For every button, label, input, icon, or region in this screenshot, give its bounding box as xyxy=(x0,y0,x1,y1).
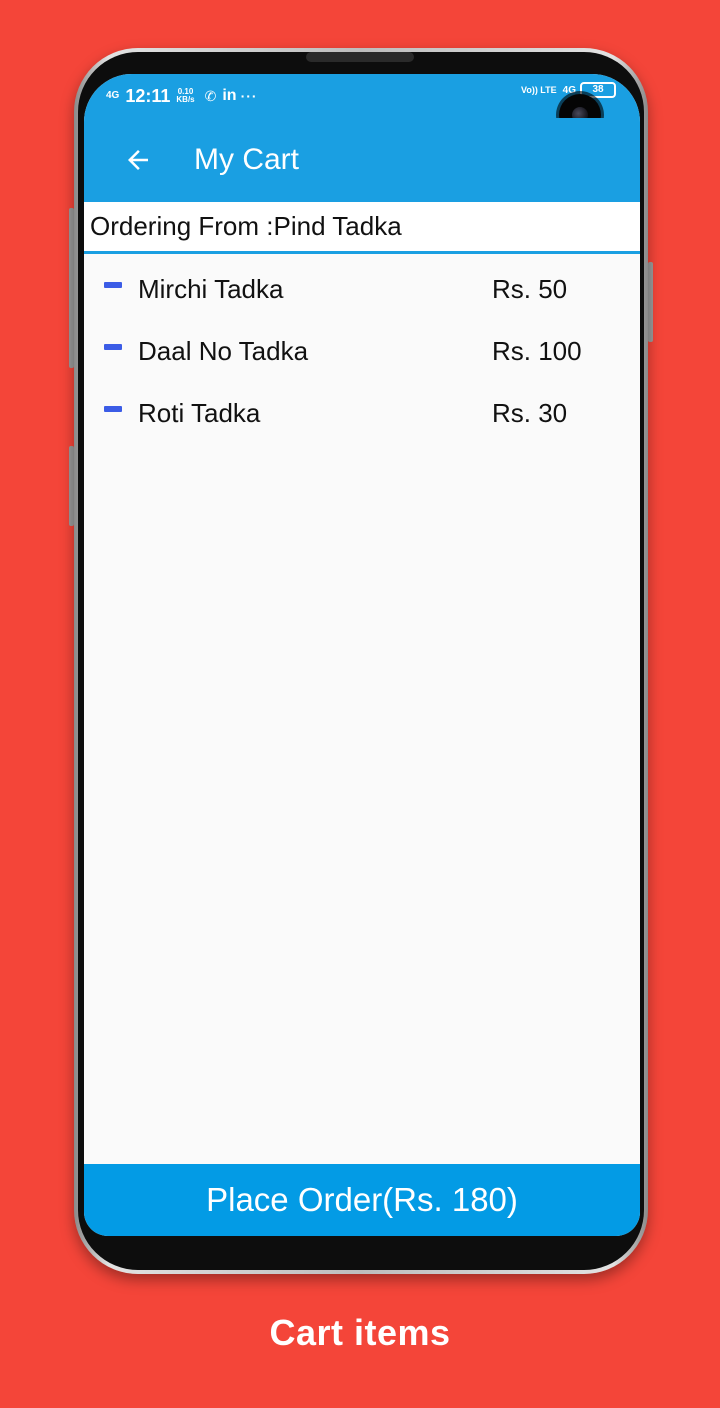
cart-item-name: Mirchi Tadka xyxy=(138,274,284,304)
cart-item-price: Rs. 30 xyxy=(492,398,568,428)
status-time: 12:11 xyxy=(125,85,171,106)
cart-item: Mirchi Tadka Rs. 50 xyxy=(84,260,640,322)
cart-item-price: Rs. 100 xyxy=(492,336,582,366)
app-bar: My Cart xyxy=(84,118,640,202)
network-type-label: 4G xyxy=(106,90,120,101)
ordering-from-header: Ordering From :Pind Tadka xyxy=(84,202,640,254)
page-title: My Cart xyxy=(194,143,299,176)
caption-text: Cart items xyxy=(269,1312,451,1353)
remove-item-button[interactable] xyxy=(104,344,122,350)
cart-items-list: Mirchi Tadka Rs. 50 Daal No Tadka Rs. 10… xyxy=(84,260,640,446)
status-right: Vo)) LTE 4G 38 xyxy=(521,82,616,98)
network-speed-unit: KB/s xyxy=(176,95,195,104)
ordering-from-label: Ordering From :Pind Tadka xyxy=(90,211,402,241)
place-order-button[interactable]: Place Order(Rs. 180) xyxy=(84,1164,640,1236)
cart-item: Roti Tadka Rs. 30 xyxy=(84,384,640,446)
linkedin-icon: in xyxy=(222,87,237,104)
cart-item: Daal No Tadka Rs. 100 xyxy=(84,322,640,384)
more-notifications-icon: ··· xyxy=(240,88,258,104)
cart-item-name: Roti Tadka xyxy=(138,398,261,428)
signal-left: 4G xyxy=(106,91,119,101)
back-button[interactable] xyxy=(102,130,174,190)
status-bar: 4G 12:11 0.10 KB/s ✆ in ··· Vo)) LTE 4G … xyxy=(84,74,640,118)
cart-item-name: Daal No Tadka xyxy=(138,336,309,366)
whatsapp-icon: ✆ xyxy=(204,87,217,104)
network-speed: 0.10 KB/s xyxy=(176,88,194,104)
power-button xyxy=(648,262,653,342)
phone-speaker xyxy=(306,52,414,62)
remove-item-button[interactable] xyxy=(104,406,122,412)
cart-item-price: Rs. 50 xyxy=(492,274,568,304)
remove-item-button[interactable] xyxy=(104,282,122,288)
arrow-left-icon xyxy=(128,150,148,170)
app-screen: 4G 12:11 0.10 KB/s ✆ in ··· Vo)) LTE 4G … xyxy=(84,74,640,1236)
volte-icon: Vo)) LTE xyxy=(520,84,557,95)
